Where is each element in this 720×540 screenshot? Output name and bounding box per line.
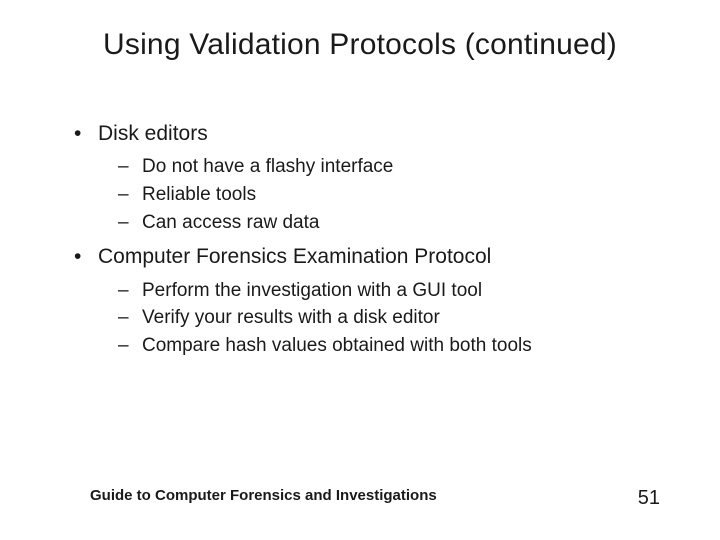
bullet-section: • Disk editors – Do not have a flashy in… xyxy=(50,120,670,235)
bullet-text: Compare hash values obtained with both t… xyxy=(142,333,532,359)
slide-title: Using Validation Protocols (continued) xyxy=(50,28,670,62)
bullet-marker: – xyxy=(118,305,142,331)
bullet-marker: – xyxy=(118,210,142,236)
bullet-text: Verify your results with a disk editor xyxy=(142,305,440,331)
bullet-marker: – xyxy=(118,333,142,359)
sub-bullet-item: – Compare hash values obtained with both… xyxy=(118,333,670,359)
bullet-text: Disk editors xyxy=(98,120,208,148)
bullet-text: Do not have a flashy interface xyxy=(142,154,393,180)
slide-content: • Disk editors – Do not have a flashy in… xyxy=(50,120,670,359)
bullet-marker: – xyxy=(118,182,142,208)
bullet-marker: – xyxy=(118,154,142,180)
footer-text: Guide to Computer Forensics and Investig… xyxy=(90,487,437,510)
bullet-marker: • xyxy=(74,120,98,148)
bullet-text: Computer Forensics Examination Protocol xyxy=(98,243,491,271)
bullet-text: Reliable tools xyxy=(142,182,256,208)
sub-bullet-item: – Perform the investigation with a GUI t… xyxy=(118,278,670,304)
sub-bullet-item: – Verify your results with a disk editor xyxy=(118,305,670,331)
bullet-text: Can access raw data xyxy=(142,210,319,236)
bullet-item: • Disk editors xyxy=(74,120,670,148)
bullet-marker: • xyxy=(74,243,98,271)
sub-bullet-item: – Reliable tools xyxy=(118,182,670,208)
page-number: 51 xyxy=(638,487,660,510)
slide: Using Validation Protocols (continued) •… xyxy=(0,0,720,540)
sub-bullet-item: – Can access raw data xyxy=(118,210,670,236)
bullet-item: • Computer Forensics Examination Protoco… xyxy=(74,243,670,271)
sub-bullet-item: – Do not have a flashy interface xyxy=(118,154,670,180)
bullet-text: Perform the investigation with a GUI too… xyxy=(142,278,482,304)
slide-footer: Guide to Computer Forensics and Investig… xyxy=(0,487,720,510)
bullet-marker: – xyxy=(118,278,142,304)
bullet-section: • Computer Forensics Examination Protoco… xyxy=(50,243,670,358)
